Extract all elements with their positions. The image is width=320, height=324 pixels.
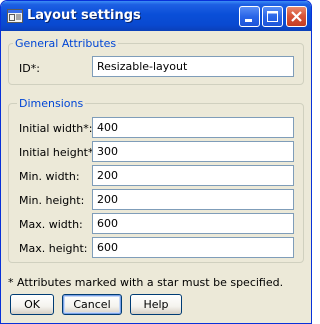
- window-title: Layout settings: [27, 8, 141, 23]
- maximize-icon: [267, 11, 278, 22]
- initial-width-label: Initial width*:: [19, 122, 93, 135]
- app-icon: [7, 8, 23, 24]
- maximize-button[interactable]: [262, 6, 283, 27]
- cancel-button[interactable]: Cancel: [62, 294, 122, 315]
- max-height-field[interactable]: 600: [92, 237, 294, 258]
- id-label: ID*:: [19, 62, 40, 75]
- min-width-label: Min. width:: [19, 170, 80, 183]
- layout-settings-dialog: Layout settings General Attributes ID*: …: [0, 0, 312, 324]
- general-attributes-legend: General Attributes: [13, 37, 119, 50]
- min-height-field[interactable]: 200: [92, 189, 294, 210]
- minimize-icon: [245, 19, 252, 22]
- close-icon: [291, 11, 302, 22]
- minimize-button[interactable]: [239, 6, 260, 27]
- help-button[interactable]: Help: [130, 294, 182, 315]
- ok-button[interactable]: OK: [10, 294, 54, 315]
- min-width-field[interactable]: 200: [92, 165, 294, 186]
- min-height-label: Min. height:: [19, 194, 85, 207]
- initial-width-field[interactable]: 400: [92, 117, 294, 138]
- title-bar[interactable]: Layout settings: [1, 1, 311, 31]
- id-field[interactable]: Resizable-layout: [92, 56, 294, 77]
- max-width-label: Max. width:: [19, 218, 83, 231]
- required-fields-note: * Attributes marked with a star must be …: [8, 276, 284, 289]
- max-height-label: Max. height:: [19, 242, 88, 255]
- dimensions-legend: Dimensions: [17, 97, 86, 110]
- initial-height-field[interactable]: 300: [92, 141, 294, 162]
- close-button[interactable]: [286, 6, 307, 27]
- initial-height-label: Initial height*:: [19, 146, 98, 159]
- max-width-field[interactable]: 600: [92, 213, 294, 234]
